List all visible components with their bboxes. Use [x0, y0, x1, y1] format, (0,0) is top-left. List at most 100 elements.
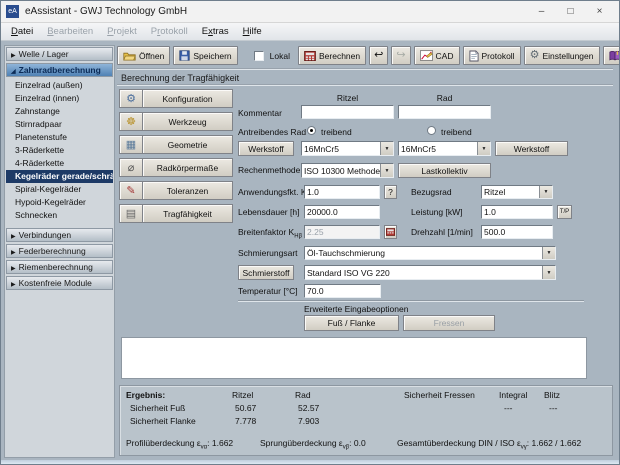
konfiguration-icon-button[interactable]: [119, 89, 143, 108]
radkoerpermasse-icon-button[interactable]: [119, 158, 143, 177]
toleranzen-button[interactable]: Toleranzen: [143, 181, 233, 200]
grid-icon: [126, 138, 136, 151]
sidebar-group-verbindungen[interactable]: Verbindungen: [6, 228, 113, 242]
werkzeug-icon-button[interactable]: [119, 112, 143, 131]
protocol-button[interactable]: Protokoll: [462, 46, 521, 65]
open-button[interactable]: Öffnen: [117, 46, 171, 65]
sidebar-group-kostenfreie-module[interactable]: Kostenfreie Module: [6, 276, 113, 290]
gear-icon: [530, 50, 540, 61]
sidebar-item-einzelrad-aussen[interactable]: Einzelrad (außen): [6, 79, 113, 92]
fuss-flanke-button[interactable]: Fuß / Flanke: [304, 315, 399, 331]
settings-button[interactable]: Einstellungen: [523, 46, 600, 65]
schmierstoff-dropdown[interactable]: Standard ISO VG 220: [304, 265, 556, 280]
sidebar-group-zahnradberechnung[interactable]: Zahnradberechnung: [6, 63, 113, 77]
drehzahl-input[interactable]: [481, 225, 553, 239]
menu-hilfe[interactable]: Hilfe: [236, 24, 269, 39]
schmierungsart-dropdown[interactable]: Öl-Tauchschmierung: [304, 246, 556, 260]
floppy-disk-icon: [179, 50, 190, 61]
lastkollektiv-button[interactable]: Lastkollektiv: [398, 163, 491, 178]
undo-icon: [374, 50, 383, 61]
local-checkbox[interactable]: [253, 50, 264, 61]
sidebar-group-federberechnung[interactable]: Federberechnung: [6, 244, 113, 258]
geometrie-button[interactable]: Geometrie: [143, 135, 233, 154]
section-title-bar: Berechnung der Tragfähigkeit: [117, 68, 613, 85]
torque-power-toggle-button[interactable]: T / P: [557, 205, 572, 219]
sidebar-item-hypoid-kegelraeder[interactable]: Hypoid-Kegelräder: [6, 196, 113, 209]
chevron-down-icon[interactable]: [539, 186, 552, 198]
undo-button[interactable]: [369, 46, 389, 65]
geometrie-icon-button[interactable]: [119, 135, 143, 154]
toleranzen-icon-button[interactable]: [119, 181, 143, 200]
chevron-down-icon[interactable]: [380, 164, 393, 177]
erweiterte-eingabeoptionen-label: Erweiterte Eingabeoptionen: [304, 304, 409, 314]
result-value: ---: [549, 403, 558, 413]
book-icon: [608, 51, 619, 61]
rechenmethode-dropdown[interactable]: ISO 10300 Methode B1: [301, 163, 394, 178]
cad-button[interactable]: CAD: [413, 46, 460, 65]
sidebar-item-kegelraeder[interactable]: Kegelräder gerade/schräg: [6, 170, 113, 183]
kommentar-ritzel-input[interactable]: [301, 105, 394, 119]
calculate-button[interactable]: Berechnen: [297, 46, 367, 65]
werkstoff-rad-button[interactable]: Werkstoff: [495, 141, 568, 156]
sidebar-item-schnecken[interactable]: Schnecken: [6, 209, 113, 222]
menu-datei[interactable]: Datei: [4, 24, 40, 39]
konfiguration-button[interactable]: Konfiguration: [143, 89, 233, 108]
app-icon: eA: [6, 5, 19, 18]
chevron-right-icon: [11, 230, 16, 240]
folder-open-icon: [123, 52, 136, 60]
temperatur-input[interactable]: [304, 284, 381, 298]
chevron-expanded-icon: [11, 65, 16, 75]
tragfaehigkeit-button[interactable]: Tragfähigkeit: [143, 204, 233, 223]
result-row-label: Sicherheit Fuß: [130, 403, 186, 413]
schmierstoff-button[interactable]: Schmierstoff: [238, 265, 294, 280]
chevron-down-icon[interactable]: [380, 142, 393, 155]
menu-extras[interactable]: Extras: [195, 24, 236, 39]
werkzeug-button[interactable]: Werkzeug: [143, 112, 233, 131]
treibend-ritzel-radio[interactable]: [307, 126, 316, 135]
lebensdauer-input[interactable]: [304, 205, 380, 219]
sidebar-item-stirnradpaar[interactable]: Stirnradpaar: [6, 118, 113, 131]
breitenfaktor-calc-button[interactable]: [384, 225, 397, 239]
anwendungsfaktor-input[interactable]: [304, 185, 380, 199]
temperatur-label: Temperatur [°C]: [238, 286, 298, 296]
radkoerpermasse-button[interactable]: Radkörpermaße: [143, 158, 233, 177]
werkstoff-rad-dropdown[interactable]: 16MnCr5: [398, 141, 491, 156]
result-value: 50.67: [235, 403, 257, 413]
help-button[interactable]: Hilfe: [602, 46, 619, 65]
message-area: [121, 337, 587, 379]
sidebar-item-einzelrad-innen[interactable]: Einzelrad (innen): [6, 92, 113, 105]
chevron-down-icon[interactable]: [542, 247, 555, 259]
sprungueberdeckung-value: Sprungüberdeckung εvβ: 0.0: [260, 438, 366, 451]
leistung-label: Leistung [kW]: [411, 207, 463, 217]
antreibendes-rad-label: Antreibendes Rad: [238, 127, 307, 137]
chevron-down-icon[interactable]: [477, 142, 490, 155]
module-sidebar: Welle / Lager Zahnradberechnung Einzelra…: [4, 45, 115, 458]
maximize-button[interactable]: □: [556, 2, 585, 22]
kommentar-rad-input[interactable]: [398, 105, 491, 119]
fressen-button: Fressen: [403, 315, 495, 331]
werkstoff-ritzel-dropdown[interactable]: 16MnCr5: [301, 141, 394, 156]
leistung-input[interactable]: [481, 205, 553, 219]
nav-row-werkzeug: Werkzeug: [119, 112, 233, 131]
anwendungsfaktor-help-button[interactable]: ?: [384, 185, 397, 199]
werkstoff-ritzel-button[interactable]: Werkstoff: [238, 141, 294, 156]
close-button[interactable]: ×: [585, 2, 614, 22]
page-title: Berechnung der Tragfähigkeit: [121, 73, 240, 83]
menu-bearbeiten: Bearbeiten: [47, 26, 94, 37]
bezugsrad-label: Bezugsrad: [411, 187, 452, 197]
minimize-button[interactable]: –: [527, 2, 556, 22]
sidebar-item-spiral-kegelraeder[interactable]: Spiral-Kegelräder: [6, 183, 113, 196]
sidebar-item-zahnstange[interactable]: Zahnstange: [6, 105, 113, 118]
sidebar-item-3-raederkette[interactable]: 3-Räderkette: [6, 144, 113, 157]
tragfaehigkeit-icon-button[interactable]: [119, 204, 143, 223]
sidebar-item-planetenstufe[interactable]: Planetenstufe: [6, 131, 113, 144]
sidebar-item-4-raederkette[interactable]: 4-Räderkette: [6, 157, 113, 170]
sidebar-group-welle-lager[interactable]: Welle / Lager: [6, 47, 113, 61]
save-button[interactable]: Speichern: [173, 46, 238, 65]
treibend-rad-radio[interactable]: [427, 126, 436, 135]
chevron-down-icon[interactable]: [542, 266, 555, 279]
window-frame-bottom: [1, 460, 619, 464]
sidebar-group-riemenberechnung[interactable]: Riemenberechnung: [6, 260, 113, 274]
chevron-right-icon: [11, 278, 16, 288]
bezugsrad-dropdown[interactable]: Ritzel: [481, 185, 553, 199]
